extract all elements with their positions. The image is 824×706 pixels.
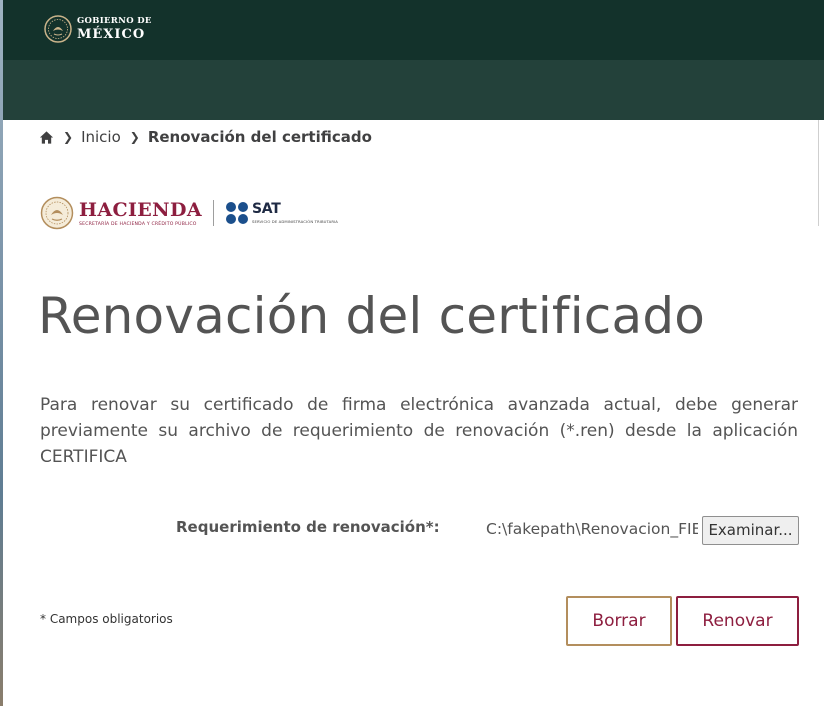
hacienda-wordmark: HACIENDA SECRETARÍA DE HACIENDA Y CRÉDIT…	[79, 200, 202, 227]
browse-button[interactable]: Examinar...	[702, 516, 799, 545]
sat-logo-icon	[225, 202, 248, 224]
requirement-file-label: Requerimiento de renovación*:	[176, 518, 440, 536]
hacienda-seal-icon	[40, 196, 74, 230]
gob-mx-logo[interactable]: GOBIERNO DE MÉXICO	[43, 14, 152, 44]
side-panel-edge	[818, 120, 824, 226]
sat-name: SAT	[251, 201, 281, 217]
intro-text: Para renovar su certificado de firma ele…	[40, 395, 798, 467]
sat-subtitle: SERVICIO DE ADMINISTRACIÓN TRIBUTARIA	[251, 219, 339, 224]
page-title: Renovación del certificado	[38, 287, 706, 345]
hacienda-subtitle: SECRETARÍA DE HACIENDA Y CRÉDITO PÚBLICO	[79, 221, 197, 227]
required-fields-note: * Campos obligatorios	[40, 612, 173, 626]
logo-divider	[212, 200, 214, 226]
renew-button[interactable]: Renovar	[676, 596, 799, 646]
sat-wordmark: SAT SERVICIO DE ADMINISTRACIÓN TRIBUTARI…	[252, 202, 338, 224]
gov-subheader	[3, 60, 824, 120]
breadcrumb: ❯ Inicio ❯ Renovación del certificado	[39, 128, 372, 146]
chevron-right-icon: ❯	[63, 130, 74, 144]
mexico-seal-icon	[44, 15, 72, 43]
gov-big-text: MÉXICO	[77, 26, 146, 42]
agency-logos: HACIENDA SECRETARÍA DE HACIENDA Y CRÉDIT…	[40, 196, 338, 230]
gob-mx-wordmark: GOBIERNO DE MÉXICO	[77, 17, 152, 41]
gov-small-text: GOBIERNO DE	[77, 16, 152, 27]
gov-header: GOBIERNO DE MÉXICO	[3, 0, 824, 60]
requirement-file-path[interactable]: C:\fakepath\Renovacion_FIEL.ren	[486, 520, 698, 538]
breadcrumb-item-current: Renovación del certificado	[147, 128, 372, 146]
hacienda-name: HACIENDA	[79, 198, 202, 221]
chevron-right-icon: ❯	[129, 130, 140, 144]
breadcrumb-item-inicio[interactable]: Inicio	[81, 128, 121, 146]
home-icon[interactable]	[39, 130, 54, 145]
clear-button[interactable]: Borrar	[566, 596, 672, 646]
